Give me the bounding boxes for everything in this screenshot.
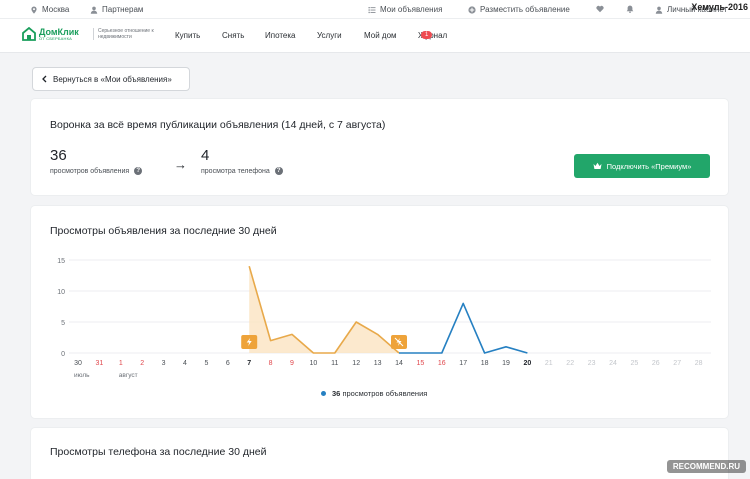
x-tick-label: 9	[290, 360, 294, 367]
y-tick-label: 5	[61, 320, 65, 327]
legend-text: просмотров объявления	[342, 389, 428, 398]
x-tick-label: 5	[204, 360, 208, 367]
views-count: 36	[50, 147, 67, 164]
x-tick-label: 8	[269, 360, 273, 367]
help-icon[interactable]: ?	[134, 167, 143, 175]
x-tick-label: 25	[631, 360, 639, 367]
x-tick-label: 13	[374, 360, 382, 367]
x-tick-label: 28	[695, 360, 703, 367]
legend-label: 36 просмотров объявления	[332, 389, 427, 398]
logo-sub: ОТ СБЕРБАНКА	[39, 35, 73, 41]
x-tick-label: 20	[524, 360, 532, 367]
place-ad-label: Разместить объявление	[480, 5, 570, 14]
month-label: август	[119, 372, 138, 379]
city-selector[interactable]: Москва	[30, 5, 69, 14]
month-label: июль	[74, 372, 90, 379]
location-pin-icon	[31, 6, 37, 14]
x-tick-label: 14	[395, 360, 403, 367]
views-chart-card: Просмотры объявления за последние 30 дне…	[31, 206, 728, 418]
place-ad-link[interactable]: Разместить объявление	[468, 5, 570, 14]
phone-label-row: просмотра телефона ?	[201, 167, 283, 175]
notifications-button[interactable]	[626, 5, 634, 13]
partners-label: Партнерам	[102, 5, 144, 14]
user-icon	[90, 6, 98, 14]
arrow-right-icon: →	[174, 157, 187, 172]
x-tick-label: 2	[140, 360, 144, 367]
x-tick-label: 4	[183, 360, 187, 367]
x-tick-label: 17	[459, 360, 467, 367]
house-logo-icon	[22, 27, 36, 41]
x-tick-label: 11	[331, 360, 338, 367]
funnel-title: Воронка за всё время публикации объявлен…	[50, 119, 386, 131]
heart-icon	[596, 5, 604, 13]
phone-chart-title: Просмотры телефона за последние 30 дней	[50, 446, 267, 458]
bell-icon	[626, 5, 634, 13]
account-icon	[655, 6, 663, 14]
watermark: RECOMMEND.RU	[666, 460, 746, 473]
x-tick-label: 1	[119, 360, 123, 367]
tagline: Серьезное отношение к недвижимости	[93, 28, 161, 40]
x-tick-label: 15	[417, 360, 425, 367]
nav-buy[interactable]: Купить	[175, 31, 200, 40]
x-tick-label: 3	[162, 360, 166, 367]
journal-badge: 1	[421, 31, 433, 39]
x-tick-label: 7	[247, 360, 251, 367]
views-series-line	[399, 302, 528, 354]
nav-services[interactable]: Услуги	[317, 31, 342, 40]
top-bar: Москва Партнерам Мои объявления Размести…	[0, 0, 750, 19]
help-icon[interactable]: ?	[274, 167, 283, 175]
partners-link[interactable]: Партнерам	[90, 5, 143, 14]
views-line-chart: 05101530 31 1 2 3 4 5 6 7 8 9 10 11 12 13 14 15 16 17 18 19 2…	[57, 258, 711, 379]
x-tick-label: 30	[74, 360, 82, 367]
y-tick-label: 15	[57, 258, 65, 265]
connect-premium-button[interactable]: Подключить «Премиум»	[574, 154, 710, 178]
x-tick-label: 10	[310, 360, 318, 367]
x-tick-label: 23	[588, 360, 596, 367]
city-label: Москва	[42, 5, 70, 14]
list-icon	[368, 6, 376, 13]
x-tick-label: 6	[226, 360, 230, 367]
y-tick-label: 10	[57, 289, 65, 296]
back-button-label: Вернуться в «Мои объявления»	[53, 74, 172, 84]
chart-legend: 36 просмотров объявления	[321, 389, 427, 398]
plus-circle-icon	[468, 5, 476, 14]
x-tick-label: 24	[609, 360, 617, 367]
nav-mortgage[interactable]: Ипотека	[265, 31, 296, 40]
my-ads-label: Мои объявления	[380, 5, 443, 14]
funnel-card: Воронка за всё время публикации объявлен…	[31, 99, 728, 195]
phone-chart-card: Просмотры телефона за последние 30 дней	[31, 428, 728, 479]
phone-count: 4	[201, 147, 210, 164]
back-to-my-ads-button[interactable]: Вернуться в «Мои объявления»	[32, 67, 190, 91]
x-tick-label: 31	[96, 360, 104, 367]
premium-button-label: Подключить «Премиум»	[606, 161, 692, 171]
views-label: просмотров объявления	[50, 167, 130, 175]
chevron-left-icon	[42, 75, 47, 83]
x-tick-label: 16	[438, 360, 446, 367]
x-tick-label: 12	[352, 360, 360, 367]
x-tick-label: 27	[673, 360, 681, 367]
nav-my-home[interactable]: Мой дом	[364, 31, 397, 40]
phone-label: просмотра телефона	[201, 167, 270, 175]
main-navbar: ДомКлик ОТ СБЕРБАНКА Серьезное отношение…	[0, 19, 750, 53]
y-tick-label: 0	[61, 351, 65, 358]
x-tick-label: 21	[545, 360, 553, 367]
watermark-username: Хемуль-2016	[691, 2, 748, 12]
x-tick-label: 19	[502, 360, 510, 367]
my-ads-link[interactable]: Мои объявления	[368, 5, 442, 14]
nav-rent[interactable]: Снять	[222, 31, 244, 40]
x-tick-label: 18	[481, 360, 489, 367]
x-tick-label: 22	[566, 360, 574, 367]
legend-dot	[321, 391, 326, 396]
views-label-row: просмотров объявления ?	[50, 167, 143, 175]
favorites-button[interactable]	[596, 5, 604, 13]
domclick-logo[interactable]: ДомКлик ОТ СБЕРБАНКА	[22, 27, 79, 41]
x-tick-label: 26	[652, 360, 660, 367]
legend-count: 36	[332, 389, 341, 398]
crown-icon	[593, 162, 602, 169]
